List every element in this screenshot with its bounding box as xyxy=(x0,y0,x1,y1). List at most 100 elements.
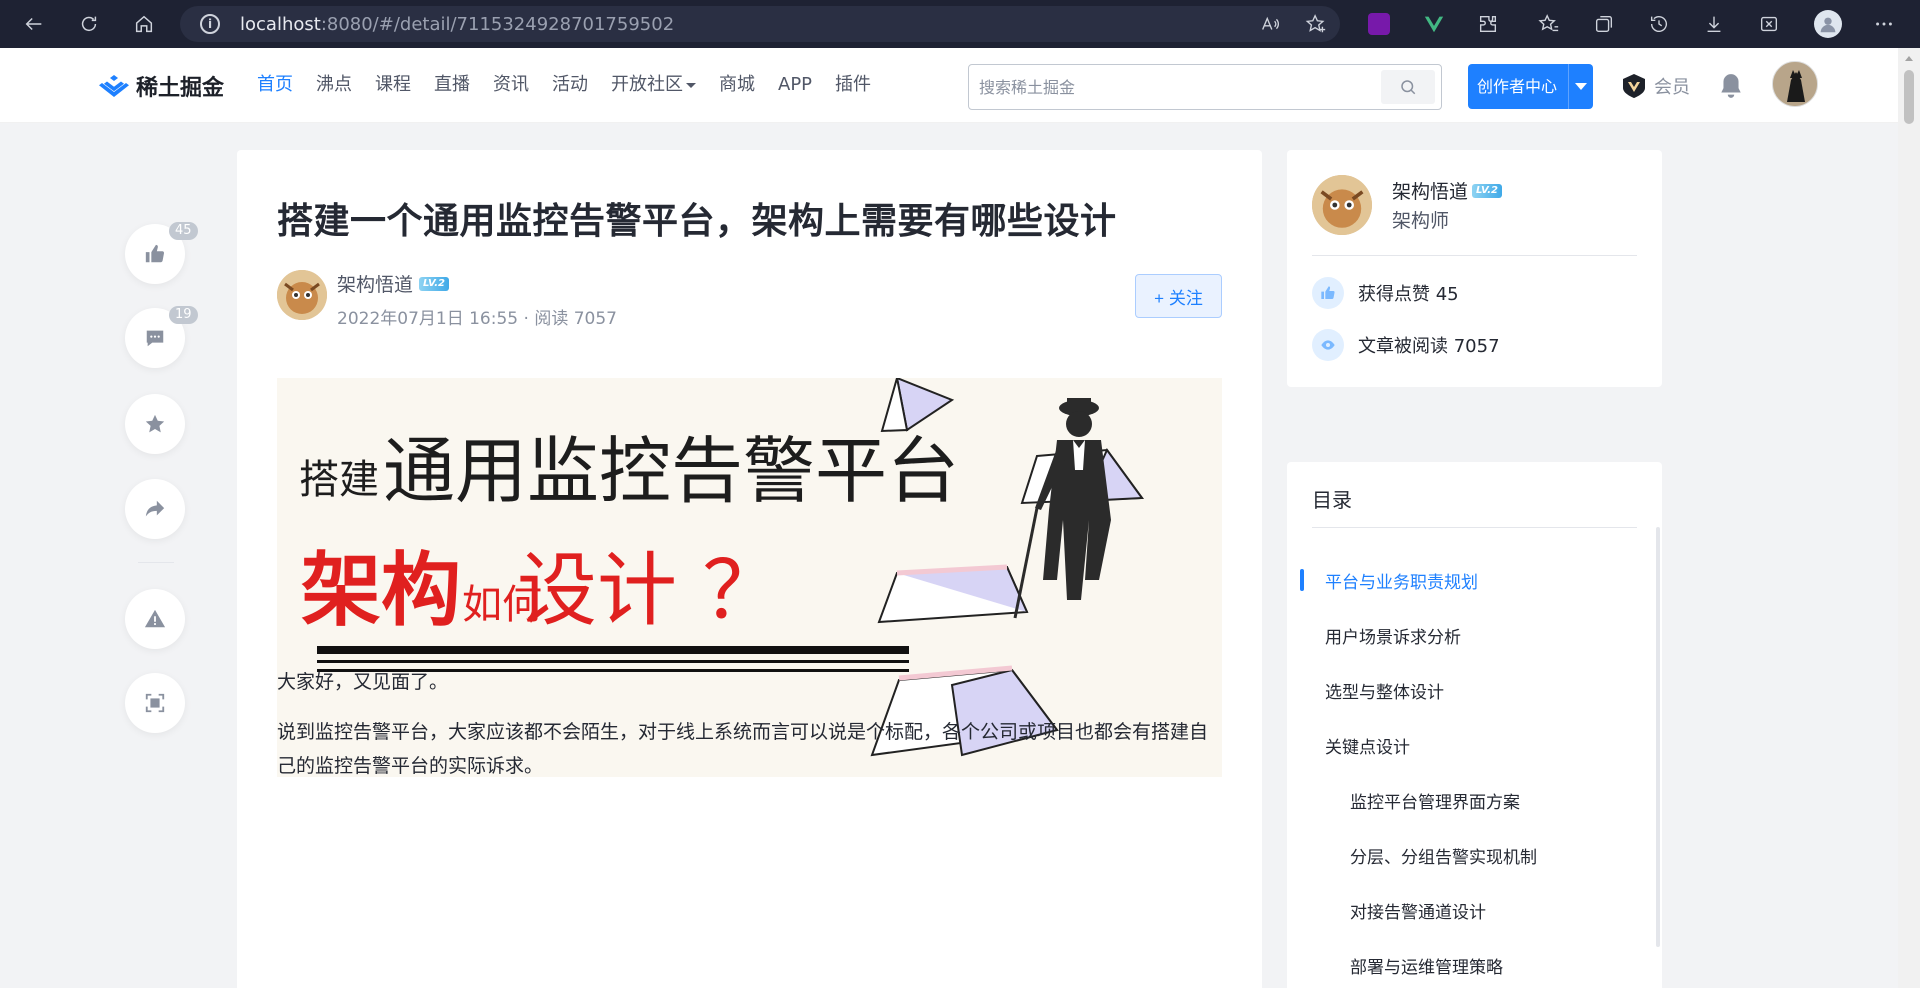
toc-item[interactable]: 平台与业务职责规划 xyxy=(1325,568,1478,593)
nav-open-community[interactable]: 开放社区 xyxy=(611,72,696,98)
nav-pins[interactable]: 沸点 xyxy=(316,72,352,98)
fullscreen-button[interactable] xyxy=(125,673,185,733)
nav-courses[interactable]: 课程 xyxy=(375,72,411,98)
creator-center-label: 创作者中心 xyxy=(1468,64,1569,109)
share-button[interactable] xyxy=(125,479,185,539)
eye-icon xyxy=(1312,329,1344,361)
caret-down-icon xyxy=(686,82,696,88)
comment-count-badge: 19 xyxy=(169,306,198,324)
author-avatar-image xyxy=(277,270,327,320)
nav-open-community-label: 开放社区 xyxy=(611,74,683,95)
author-card-name[interactable]: 架构悟道 xyxy=(1392,177,1468,204)
page-scrollbar[interactable] xyxy=(1898,48,1920,988)
nav-live[interactable]: 直播 xyxy=(434,72,470,98)
author-name[interactable]: 架构悟道 xyxy=(337,270,413,297)
article-paragraph: 说到监控告警平台，大家应该都不会陌生，对于线上系统而言可以说是个标配，各个公司或… xyxy=(277,721,1209,777)
history-icon[interactable] xyxy=(1645,10,1673,38)
author-card-level-badge: LV.2 xyxy=(1472,183,1502,198)
search-icon xyxy=(1401,80,1416,95)
user-avatar[interactable] xyxy=(1772,61,1818,107)
thumbs-up-icon xyxy=(145,244,165,263)
toc-subitem[interactable]: 对接告警通道设计 xyxy=(1350,898,1486,923)
search-box xyxy=(968,64,1442,110)
nav-plugins[interactable]: 插件 xyxy=(835,72,871,98)
downloads-icon[interactable] xyxy=(1700,10,1728,38)
comment-icon xyxy=(146,330,164,347)
like-count-badge: 45 xyxy=(169,222,198,240)
nav-news[interactable]: 资讯 xyxy=(493,72,529,98)
home-icon[interactable] xyxy=(130,10,158,38)
logo-text: 稀土掘金 xyxy=(136,76,225,101)
cover-text-design: 设计 ？ xyxy=(517,544,782,637)
reload-icon[interactable] xyxy=(75,10,103,38)
toc-scrollbar[interactable] xyxy=(1656,527,1660,947)
vip-label: 会员 xyxy=(1654,77,1690,98)
comment-button[interactable]: 19 xyxy=(125,306,198,368)
report-button[interactable] xyxy=(125,589,185,649)
cover-text-architecture: 架构 xyxy=(301,544,461,637)
vue-devtools-icon[interactable] xyxy=(1420,10,1448,38)
toc-subitem[interactable]: 分层、分组告警实现机制 xyxy=(1350,843,1537,868)
favorites-icon[interactable] xyxy=(1535,10,1563,38)
nav-shop[interactable]: 商城 xyxy=(719,72,755,98)
author-card-role: 架构师 xyxy=(1392,210,1450,232)
address-bar[interactable]: i localhost:8080/#/detail/71153249287017… xyxy=(180,6,1340,42)
follow-button[interactable]: + 关注 xyxy=(1135,274,1222,318)
cover-text-main: 通用监控告警平台 xyxy=(383,429,959,513)
collections-icon[interactable] xyxy=(1590,10,1618,38)
article-card: 搭建一个通用监控告警平台，架构上需要有哪些设计 架构悟道 LV.2 2022年0… xyxy=(237,150,1262,988)
share-icon xyxy=(145,500,165,517)
toc-subitem[interactable]: 部署与运维管理策略 xyxy=(1350,953,1503,978)
scroll-up-icon[interactable] xyxy=(1905,56,1913,61)
browser-toolbar: i localhost:8080/#/detail/71153249287017… xyxy=(0,0,1920,48)
more-icon[interactable] xyxy=(1870,10,1898,38)
profile-icon[interactable] xyxy=(1814,10,1842,38)
thumbs-up-icon xyxy=(1312,277,1344,309)
favorite-add-icon[interactable] xyxy=(1302,10,1330,38)
collect-button[interactable] xyxy=(125,394,185,454)
author-avatar[interactable] xyxy=(277,270,327,320)
site-info-icon[interactable]: i xyxy=(200,14,220,34)
nav-events[interactable]: 活动 xyxy=(552,72,588,98)
extensions-icon[interactable] xyxy=(1474,10,1502,38)
article-meta: 2022年07月1日 16:55 · 阅读 7057 xyxy=(337,309,617,329)
nav-home[interactable]: 首页 xyxy=(257,72,293,98)
main-nav: 首页 沸点 课程 直播 资讯 活动 开放社区 商城 APP 插件 xyxy=(257,72,894,98)
scroll-thumb[interactable] xyxy=(1904,70,1914,124)
creator-dropdown-toggle[interactable] xyxy=(1569,64,1593,109)
reads-stat-label: 文章被阅读 7057 xyxy=(1358,336,1500,357)
toc-item[interactable]: 关键点设计 xyxy=(1325,733,1410,758)
cover-text-small: 搭建 xyxy=(299,457,379,503)
read-aloud-icon[interactable] xyxy=(1256,10,1284,38)
article-paragraph: 大家好，又见面了。 xyxy=(277,671,449,693)
url-path: :8080/#/detail/7115324928701759502 xyxy=(320,13,675,35)
nav-app[interactable]: APP xyxy=(778,72,812,98)
notification-bell-icon[interactable] xyxy=(1718,72,1744,100)
web-capture-icon[interactable] xyxy=(1755,10,1783,38)
likes-stat: 获得点赞 45 xyxy=(1312,277,1459,309)
likes-stat-label: 获得点赞 45 xyxy=(1358,284,1459,305)
article-title: 搭建一个通用监控告警平台，架构上需要有哪些设计 xyxy=(277,201,1117,242)
site-header: 稀土掘金 首页 沸点 课程 直播 资讯 活动 开放社区 商城 APP 插件 创作… xyxy=(0,48,1898,123)
toc-divider xyxy=(1312,527,1637,528)
author-card-avatar[interactable] xyxy=(1312,175,1372,235)
toc-item[interactable]: 用户场景诉求分析 xyxy=(1325,623,1461,648)
back-icon[interactable] xyxy=(20,10,48,38)
warning-icon xyxy=(144,609,166,628)
onenote-extension-icon[interactable] xyxy=(1368,13,1390,35)
author-card: 架构悟道 LV.2 架构师 获得点赞 45 文章被阅读 7057 xyxy=(1287,150,1662,387)
author-card-avatar-image xyxy=(1312,175,1372,235)
toc-item[interactable]: 选型与整体设计 xyxy=(1325,678,1444,703)
reads-stat: 文章被阅读 7057 xyxy=(1312,329,1500,361)
vip-badge-icon xyxy=(1623,74,1645,98)
vip-link[interactable]: 会员 xyxy=(1620,72,1690,100)
like-button[interactable]: 45 xyxy=(125,222,198,284)
toc-title: 目录 xyxy=(1312,488,1352,512)
creator-center-button[interactable]: 创作者中心 xyxy=(1468,64,1593,109)
user-avatar-image xyxy=(1773,62,1817,106)
search-input[interactable] xyxy=(969,65,1369,109)
author-card-divider xyxy=(1312,255,1637,256)
site-logo[interactable]: 稀土掘金 xyxy=(98,70,224,102)
toc-subitem[interactable]: 监控平台管理界面方案 xyxy=(1350,788,1520,813)
search-button[interactable] xyxy=(1381,70,1435,104)
